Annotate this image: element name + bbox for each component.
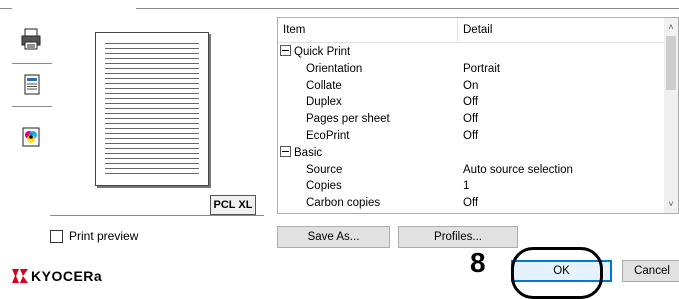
list-item[interactable]: Pages per sheet Off (278, 111, 664, 128)
printer-icon (21, 28, 41, 50)
item-detail: Portrait (463, 62, 501, 75)
vertical-tab-strip (12, 9, 52, 184)
collapse-icon[interactable] (280, 45, 291, 57)
group-label: Quick Print (294, 46, 351, 58)
paper-preview (95, 32, 209, 186)
cancel-button[interactable]: Cancel (622, 260, 679, 282)
item-label: Source (306, 163, 343, 176)
list-item[interactable]: Copies 1 (278, 178, 664, 195)
color-icon (22, 127, 40, 147)
save-as-button[interactable]: Save As... (277, 226, 390, 248)
item-label: Pages per sheet (306, 113, 390, 126)
ok-highlight-callout (511, 247, 603, 299)
kyocera-logo-icon (12, 269, 28, 283)
column-header-detail[interactable]: Detail (458, 18, 664, 42)
item-label: Orientation (306, 62, 363, 75)
list-item[interactable]: Duplex Off (278, 94, 664, 111)
list-group-quick-print[interactable]: Quick Print (278, 44, 664, 61)
list-group-basic[interactable]: Basic (278, 145, 664, 162)
item-detail: 1 (463, 180, 470, 193)
item-detail: On (463, 79, 479, 92)
step-number: 8 (470, 247, 486, 278)
profiles-button[interactable]: Profiles... (398, 226, 518, 248)
item-label: EcoPrint (306, 129, 350, 142)
print-preview-label: Print preview (69, 229, 139, 243)
kyocera-logo: KYOCERa (12, 268, 102, 284)
list-item[interactable]: Orientation Portrait (278, 61, 664, 78)
group-label: Basic (294, 146, 323, 159)
tab-layout[interactable] (12, 63, 52, 107)
document-icon (24, 74, 40, 95)
column-header-item[interactable]: Item (278, 18, 458, 42)
collapse-icon[interactable] (280, 146, 291, 158)
vertical-scrollbar[interactable]: ˄ ˅ (664, 18, 678, 213)
page-preview-panel: PCL XL (50, 9, 264, 216)
logo-text: KYOCERa (31, 268, 103, 284)
list-header: Item Detail (278, 18, 664, 43)
paper-text-lines (105, 43, 199, 175)
item-label: Carbon copies (306, 197, 381, 210)
pdl-badge: PCL XL (210, 195, 256, 215)
item-detail: Auto source selection (463, 163, 573, 176)
list-item[interactable]: Collate On (278, 78, 664, 95)
item-detail: Off (463, 96, 479, 109)
scroll-down-icon[interactable]: ˅ (664, 197, 678, 211)
item-label: Collate (306, 79, 342, 92)
print-preview-option[interactable]: Print preview (50, 229, 138, 243)
item-detail: Off (463, 113, 479, 126)
list-item[interactable]: Source Auto source selection (278, 162, 664, 179)
scrollbar-thumb[interactable] (666, 36, 676, 90)
list-item[interactable]: EcoPrint Off (278, 128, 664, 145)
item-detail: Off (463, 197, 479, 210)
item-detail: Off (463, 129, 479, 142)
print-preview-checkbox[interactable] (50, 229, 63, 243)
frame-border-left (0, 8, 12, 9)
tab-color[interactable] (12, 115, 50, 159)
tab-printer[interactable] (12, 17, 50, 61)
settings-summary-list[interactable]: Item Detail Quick Print Orientation Port… (277, 17, 679, 214)
list-rows: Quick Print Orientation Portrait Collate… (278, 44, 664, 212)
scroll-up-icon[interactable]: ˄ (664, 20, 678, 34)
list-item[interactable]: Carbon copies Off (278, 195, 664, 212)
item-label: Copies (306, 180, 342, 193)
item-label: Duplex (306, 96, 342, 109)
